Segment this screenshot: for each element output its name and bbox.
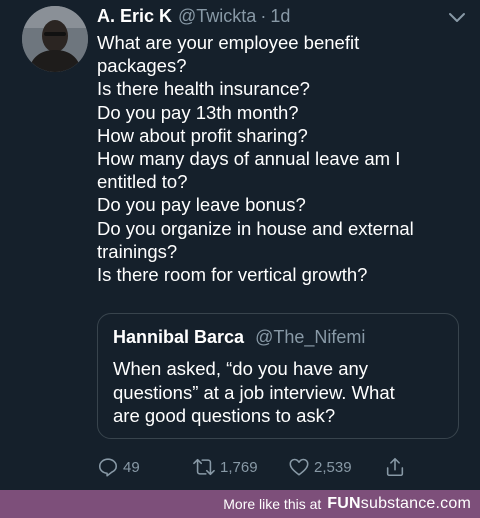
tweet-text-line: Do you pay 13th month? — [97, 101, 299, 123]
retweet-icon — [193, 458, 215, 476]
quoted-author-handle: @The_Nifemi — [255, 327, 366, 347]
quoted-tweet[interactable]: Hannibal Barca @The_Nifemi When asked, “… — [97, 313, 459, 439]
like-count: 2,539 — [314, 458, 352, 476]
heart-icon — [289, 458, 309, 476]
quoted-text-line: are good questions to ask? — [113, 405, 336, 426]
tweet-text-line: Do you pay leave bonus? — [97, 194, 306, 216]
tweet-text-line: Is there room for vertical growth? — [97, 264, 368, 286]
share-button[interactable] — [384, 455, 410, 479]
retweet-count: 1,769 — [220, 458, 258, 476]
tweet-text-line: Is there health insurance? — [97, 78, 310, 100]
tweet-text-line: Do you organize in house and external — [97, 217, 414, 239]
tweet-header: A. Eric K @Twickta · 1d — [97, 5, 290, 27]
author-name[interactable]: A. Eric K — [97, 5, 172, 27]
site-name-prefix: FUN — [327, 495, 361, 512]
share-icon — [386, 457, 404, 477]
avatar-photo — [22, 6, 88, 72]
tweet-text-line: trainings? — [97, 240, 178, 262]
footer-text: More like this at — [223, 496, 322, 512]
quoted-text-line: When asked, “do you have any — [113, 358, 369, 379]
quoted-tweet-header: Hannibal Barca @The_Nifemi — [113, 326, 365, 348]
tweet-text: What are your employee benefit packages?… — [97, 31, 467, 286]
quoted-text-line: questions” at a job interview. What — [113, 381, 395, 403]
quoted-author-name: Hannibal Barca — [113, 327, 245, 347]
site-name[interactable]: FUNsubstance.com — [327, 495, 471, 513]
timestamp[interactable]: 1d — [270, 5, 290, 27]
reply-icon — [98, 458, 118, 477]
tweet-text-line: How many days of annual leave am I — [97, 148, 401, 170]
tweet-actions: 49 1,769 2,539 — [0, 455, 480, 479]
tweet-text-line: How about profit sharing? — [97, 124, 308, 146]
watermark-footer: More like this at FUNsubstance.com — [0, 490, 480, 518]
tweet-text-line: entitled to? — [97, 171, 188, 193]
tweet: A. Eric K @Twickta · 1d What are your em… — [0, 0, 480, 490]
reply-count: 49 — [123, 458, 140, 476]
chevron-down-icon[interactable] — [447, 10, 467, 24]
separator-dot: · — [260, 6, 267, 26]
like-button[interactable]: 2,539 — [288, 455, 352, 479]
tweet-text-line: packages? — [97, 55, 187, 77]
reply-button[interactable]: 49 — [97, 455, 140, 479]
retweet-button[interactable]: 1,769 — [192, 455, 258, 479]
quoted-tweet-text: When asked, “do you have any questions” … — [113, 357, 443, 428]
avatar[interactable] — [22, 6, 88, 72]
author-handle[interactable]: @Twickta — [178, 5, 256, 27]
tweet-text-line: What are your employee benefit — [97, 32, 360, 53]
site-name-suffix: substance.com — [360, 495, 471, 512]
